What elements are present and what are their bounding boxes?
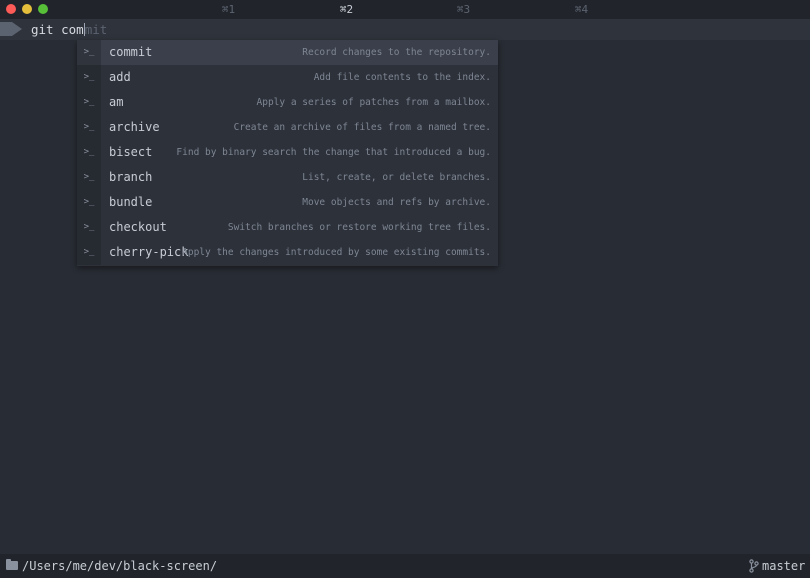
autocomplete-item-description: Move objects and refs by archive. [302, 197, 491, 208]
terminal-icon: >_ [77, 140, 101, 165]
autocomplete-item-description: Add file contents to the index. [313, 72, 491, 83]
autocomplete-item-commit[interactable]: >_ commit Record changes to the reposito… [77, 40, 498, 65]
prompt-arrow-icon [0, 22, 12, 36]
tab-2[interactable]: ⌘2 [288, 2, 405, 17]
git-branch-name[interactable]: master [762, 558, 805, 574]
autocomplete-item-description: Switch branches or restore working tree … [227, 222, 491, 233]
prompt-arrow-tip-icon [12, 22, 22, 36]
folder-icon [6, 559, 18, 570]
current-directory[interactable]: /Users/me/dev/black-screen/ [22, 558, 217, 574]
autocomplete-item-description: Apply the changes introduced by some exi… [182, 247, 491, 258]
autocomplete-item-checkout[interactable]: >_ checkout Switch branches or restore w… [77, 215, 498, 240]
autocomplete-item-am[interactable]: >_ am Apply a series of patches from a m… [77, 90, 498, 115]
title-bar: ⌘1 ⌘2 ⌘3 ⌘4 [0, 0, 810, 19]
maximize-window-button[interactable] [38, 4, 48, 14]
terminal-icon: >_ [77, 40, 101, 65]
autocomplete-item-name: bundle [109, 195, 153, 209]
terminal-icon: >_ [77, 240, 101, 265]
autocomplete-item-bundle[interactable]: >_ bundle Move objects and refs by archi… [77, 190, 498, 215]
command-input[interactable]: git commit [31, 21, 107, 38]
tab-3[interactable]: ⌘3 [405, 2, 522, 17]
status-bar: /Users/me/dev/black-screen/ master [0, 554, 810, 578]
prompt-line[interactable]: git commit [0, 19, 810, 40]
autocomplete-menu: >_ commit Record changes to the reposito… [77, 40, 498, 266]
tab-4[interactable]: ⌘4 [523, 2, 640, 17]
autocomplete-item-name: am [109, 95, 124, 109]
autocomplete-item-name: cherry-pick [109, 245, 189, 259]
autocomplete-item-archive[interactable]: >_ archive Create an archive of files fr… [77, 115, 498, 140]
autocomplete-item-description: Apply a series of patches from a mailbox… [256, 97, 492, 108]
typed-text: git com [31, 22, 84, 37]
minimize-window-button[interactable] [22, 4, 32, 14]
autocomplete-item-description: Record changes to the repository. [302, 47, 491, 58]
autocomplete-item-name: branch [109, 170, 153, 184]
git-branch-icon [749, 559, 759, 573]
autocomplete-item-description: Create an archive of files from a named … [233, 122, 491, 133]
terminal-icon: >_ [77, 190, 101, 215]
terminal-icon: >_ [77, 165, 101, 190]
autocomplete-item-name: archive [109, 120, 160, 134]
tab-1[interactable]: ⌘1 [170, 2, 287, 17]
autocomplete-ghost-text: mit [84, 22, 108, 37]
autocomplete-item-name: bisect [109, 145, 153, 159]
terminal-icon: >_ [77, 115, 101, 140]
autocomplete-item-name: add [109, 70, 131, 84]
autocomplete-item-add[interactable]: >_ add Add file contents to the index. [77, 65, 498, 90]
terminal-icon: >_ [77, 215, 101, 240]
close-window-button[interactable] [6, 4, 16, 14]
autocomplete-item-name: commit [109, 45, 153, 59]
autocomplete-item-description: List, create, or delete branches. [302, 172, 491, 183]
terminal-icon: >_ [77, 65, 101, 90]
autocomplete-item-cherry-pick[interactable]: >_ cherry-pick Apply the changes introdu… [77, 240, 498, 265]
autocomplete-item-name: checkout [109, 220, 167, 234]
autocomplete-item-description: Find by binary search the change that in… [176, 147, 491, 158]
terminal-icon: >_ [77, 90, 101, 115]
autocomplete-item-bisect[interactable]: >_ bisect Find by binary search the chan… [77, 140, 498, 165]
autocomplete-item-branch[interactable]: >_ branch List, create, or delete branch… [77, 165, 498, 190]
